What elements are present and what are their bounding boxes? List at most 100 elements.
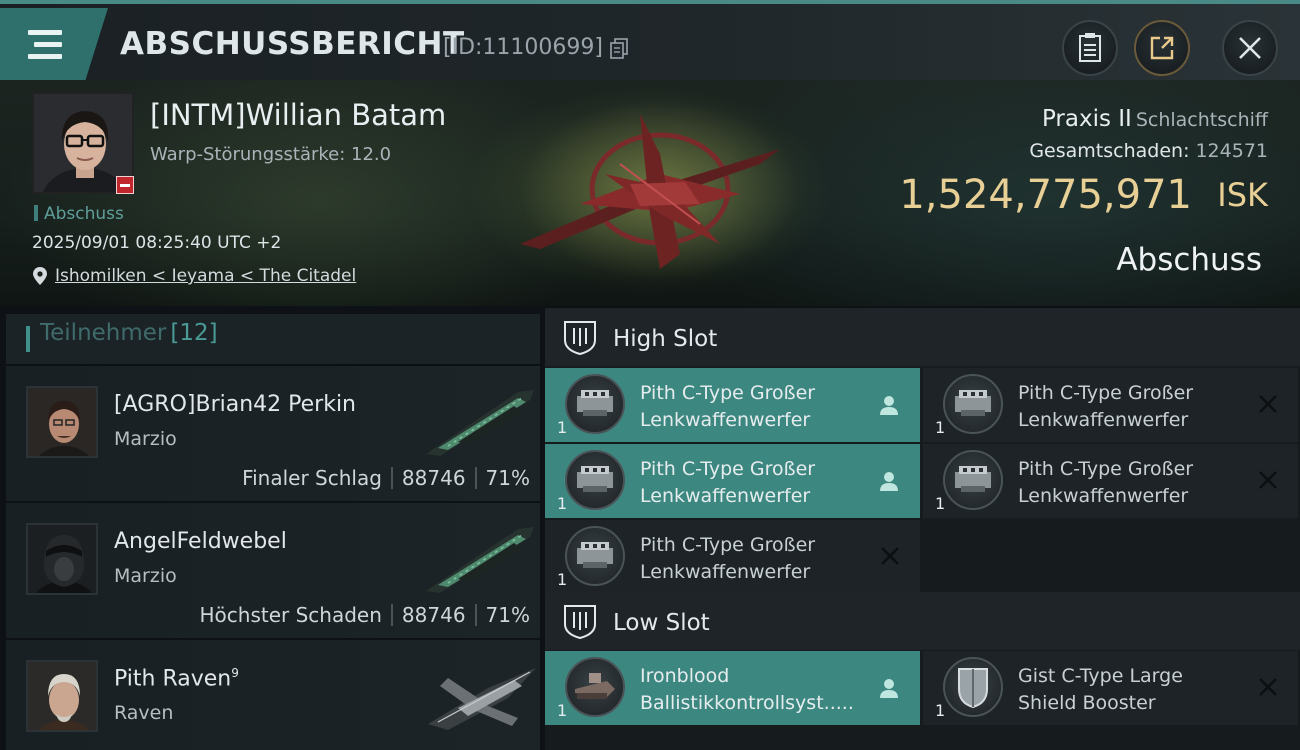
warp-disruption-strength: Warp-Störungsstärke: 12.0 (150, 144, 392, 165)
participant-stats: Finaler Schlag 88746 71% (242, 466, 530, 490)
module-name: Pith C-Type Großer Lenkwaffenwerfer (640, 458, 816, 507)
victim-name[interactable]: [INTM]Willian Batam (150, 98, 446, 132)
participant-ship-image (426, 390, 534, 456)
isk-value: 1,524,775,971 (899, 172, 1192, 218)
participant-role: Höchster Schaden (199, 603, 382, 627)
module-icon (943, 450, 1003, 510)
x-icon (880, 546, 900, 570)
kill-id: [ID:11100699] (443, 35, 603, 60)
low-slot-label: Low Slot (613, 610, 710, 636)
participant-row[interactable]: AngelFeldwebel Marzio Höchster Schaden 88… (6, 503, 540, 640)
person-icon (878, 394, 900, 420)
participant-row[interactable]: [AGRO]Brian42 Perkin Marzio Finaler Schl… (6, 366, 540, 503)
isk-unit: ISK (1217, 176, 1268, 214)
fitting-module[interactable]: 1 Pith C-Type Großer Lenkwaffenwerfer (923, 368, 1298, 442)
separator (390, 604, 393, 626)
avatar (28, 662, 96, 730)
fitting-module[interactable]: 1 Pith C-Type Großer Lenkwaffenwerfer (545, 444, 920, 518)
participant-avatar[interactable] (26, 386, 98, 458)
victim-panel: [INTM]Willian Batam Warp-Störungsstärke:… (0, 80, 1300, 306)
notes-button[interactable] (1062, 20, 1118, 76)
location-pin-icon (33, 267, 47, 285)
participant-stats: Höchster Schaden 88746 71% (200, 603, 530, 627)
module-quantity: 1 (935, 494, 946, 513)
module-icon (565, 374, 625, 434)
separator (474, 604, 477, 626)
shield-slot-icon (564, 321, 596, 356)
menu-icon (28, 30, 62, 35)
module-icon (565, 450, 625, 510)
module-icon (565, 526, 625, 586)
participant-row[interactable]: Pith Raven9 Raven (6, 640, 540, 750)
fitting-module[interactable]: 1 Pith C-Type Großer Lenkwaffenwerfer (923, 444, 1298, 518)
x-icon (1258, 677, 1278, 701)
module-name: Ironblood Ballistikkontrollsyst..... (640, 665, 854, 714)
fitting-module[interactable]: 1 Pith C-Type Großer Lenkwaffenwerfer (545, 368, 920, 442)
separator (390, 467, 393, 489)
participants-label: Teilnehmer (40, 320, 167, 346)
avatar (28, 525, 96, 593)
top-bar: ABSCHUSSBERICHT [ID:11100699] (0, 0, 1300, 84)
module-quantity: 1 (557, 570, 568, 589)
participant-damage: 88746 (401, 603, 466, 627)
participant-damage: 88746 (401, 466, 466, 490)
participant-name[interactable]: Pith Raven9 (114, 666, 239, 691)
participant-name[interactable]: AngelFeldwebel (114, 529, 287, 554)
module-quantity: 1 (557, 494, 568, 513)
x-icon (1258, 470, 1278, 494)
participants-count: [12] (170, 320, 218, 346)
ship-class: Schlachtschiff (1135, 109, 1268, 131)
participants-header: Teilnehmer [12] (6, 314, 540, 366)
total-damage-value: 124571 (1195, 140, 1268, 162)
module-name: Gist C-Type Large Shield Booster (1018, 665, 1183, 714)
outcome-label: Abschuss (1116, 242, 1262, 278)
participant-name-text: Pith Raven (114, 666, 232, 692)
low-slot-header: Low Slot (545, 592, 1300, 650)
module-quantity: 1 (935, 701, 946, 720)
x-icon (1258, 394, 1278, 418)
high-slot-header: High Slot (545, 308, 1300, 366)
participant-ship: Marzio (114, 428, 177, 450)
module-name: Pith C-Type Großer Lenkwaffenwerfer (640, 534, 816, 583)
module-quantity: 1 (557, 418, 568, 437)
participant-percent: 71% (485, 603, 530, 627)
copy-icon[interactable] (610, 38, 628, 60)
close-button[interactable] (1222, 20, 1278, 76)
total-damage-label: Gesamtschaden: (1029, 140, 1190, 162)
participant-ship-image (426, 527, 534, 593)
module-quantity: 1 (557, 701, 568, 720)
shield-slot-icon (564, 605, 596, 640)
participant-ship: Raven (114, 702, 174, 724)
fitting-module[interactable]: 1 Ironblood Ballistikkontrollsyst..... (545, 651, 920, 725)
module-icon (943, 657, 1003, 717)
module-name: Pith C-Type Großer Lenkwaffenwerfer (1018, 382, 1194, 431)
module-name: Pith C-Type Großer Lenkwaffenwerfer (1018, 458, 1194, 507)
close-icon (1239, 37, 1261, 59)
participant-avatar[interactable] (26, 660, 98, 732)
page-title: ABSCHUSSBERICHT (120, 26, 465, 62)
header-accent (26, 326, 30, 352)
fitting-module[interactable]: 1 Gist C-Type Large Shield Booster (923, 651, 1298, 725)
person-icon (878, 677, 900, 703)
victim-ship-image (520, 99, 800, 279)
person-icon (878, 470, 900, 496)
participant-percent: 71% (485, 466, 530, 490)
fitting-module[interactable]: 1 Pith C-Type Großer Lenkwaffenwerfer (545, 520, 920, 594)
hostile-badge (116, 176, 134, 194)
menu-icon-bar (34, 42, 62, 47)
module-icon (565, 657, 625, 717)
menu-button[interactable] (0, 8, 108, 84)
module-quantity: 1 (935, 418, 946, 437)
participant-ship-image (428, 668, 536, 730)
notes-icon (1079, 33, 1101, 62)
total-damage: Gesamtschaden: 124571 (1029, 140, 1268, 162)
fittings-panel: High Slot Low Slot 1 Pith C-Type Großer Le… (545, 308, 1300, 750)
victim-ship[interactable]: Praxis II Schlachtschiff (1042, 106, 1268, 132)
location-link[interactable]: Ishomilken < Ieyama < The Citadel (55, 266, 356, 286)
participant-name[interactable]: [AGRO]Brian42 Perkin (114, 392, 356, 417)
share-icon (1150, 36, 1174, 60)
share-button[interactable] (1134, 20, 1190, 76)
separator (474, 467, 477, 489)
module-name: Pith C-Type Großer Lenkwaffenwerfer (640, 382, 816, 431)
participant-avatar[interactable] (26, 523, 98, 595)
